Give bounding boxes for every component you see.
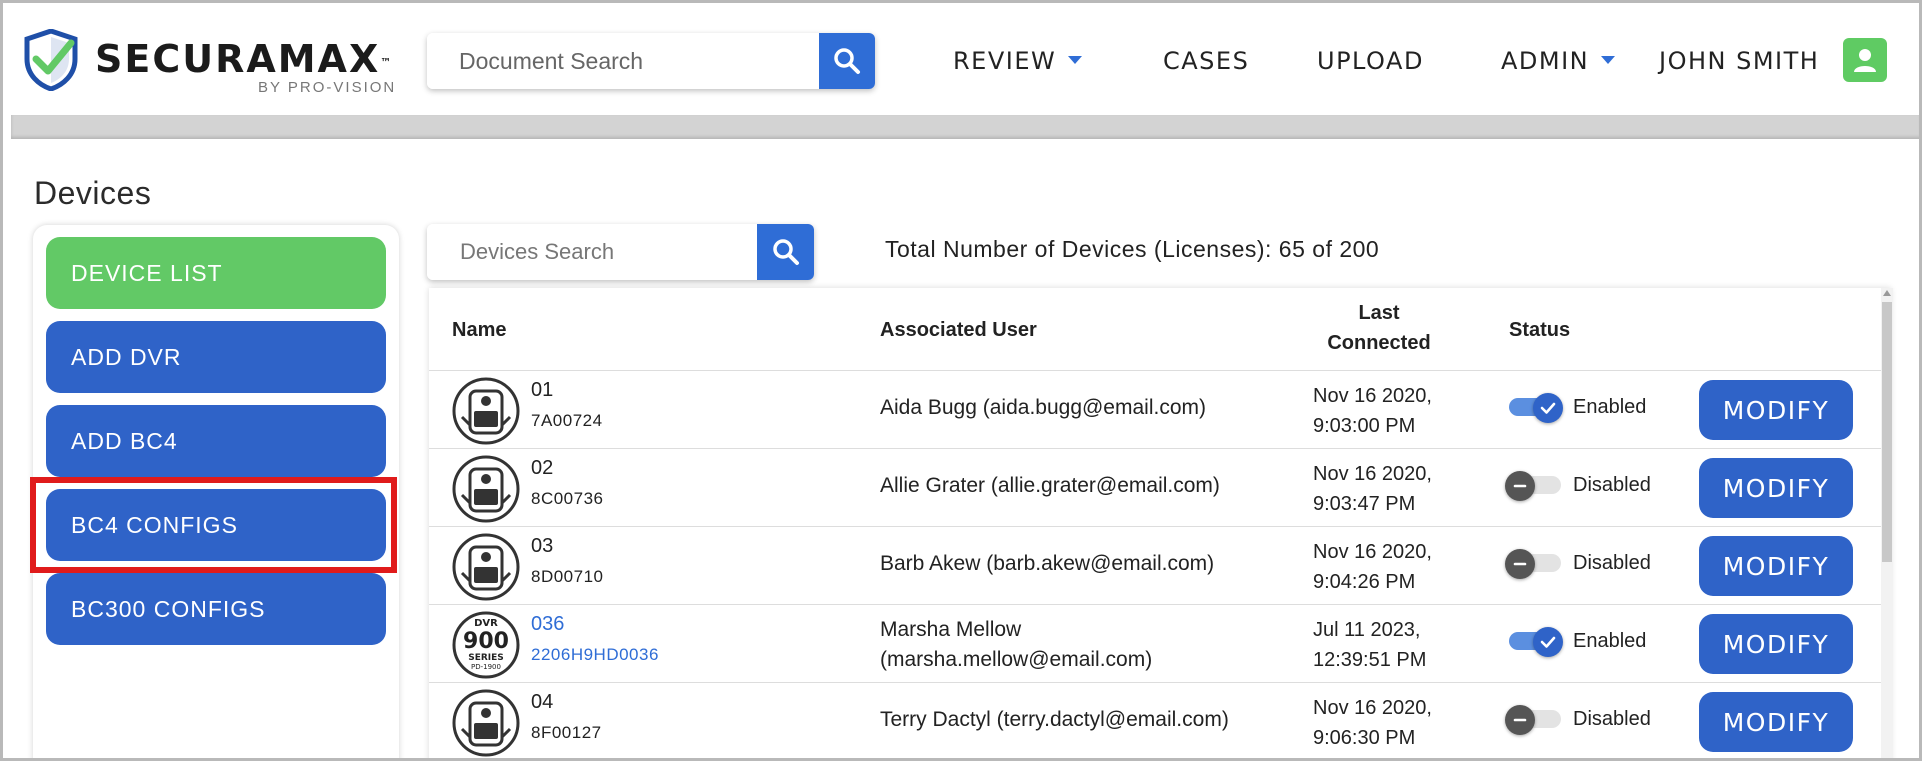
minus-icon (1505, 549, 1535, 579)
device-name: 02 (531, 457, 554, 479)
logo-subtitle: BY PRO-VISION (258, 79, 397, 96)
device-name: 04 (531, 691, 554, 713)
status-toggle[interactable] (1505, 549, 1561, 579)
top-header: SECURAMAX™ BY PRO-VISION REVIEW CASES UP… (3, 3, 1919, 115)
devices-search-input[interactable] (427, 224, 757, 280)
logo-wordmark: SECURAMAX™ (95, 37, 392, 81)
check-icon (1533, 627, 1563, 657)
status-cell: Disabled (1505, 471, 1651, 501)
nav-admin[interactable]: ADMIN (1501, 47, 1616, 75)
table-row: 02 8C00736 Allie Grater (allie.grater@emai… (429, 448, 1881, 526)
column-header-last-connected[interactable]: Last Connected (1309, 298, 1449, 358)
associated-user: Barb Akew (barb.akew@email.com) (880, 552, 1215, 575)
status-toggle[interactable] (1505, 705, 1561, 735)
devices-table: Name Associated User Last Connected Stat… (429, 288, 1893, 758)
status-label: Disabled (1573, 707, 1651, 730)
sidebar-item-device-list[interactable]: DEVICE LIST (46, 237, 386, 309)
svg-text:SERIES: SERIES (468, 653, 504, 663)
total-devices-count: Total Number of Devices (Licenses): 65 o… (885, 236, 1380, 262)
device-serial: 7A00724 (531, 411, 603, 430)
status-label: Disabled (1573, 551, 1651, 574)
table-row: DVR 900 SERIES PD-1900 036 2206H9HD0036 Marsha… (429, 604, 1881, 682)
document-search-input[interactable] (427, 33, 819, 89)
table-scrollbar[interactable] (1881, 288, 1893, 758)
status-toggle[interactable] (1505, 471, 1561, 501)
svg-text:DVR: DVR (474, 618, 498, 629)
device-serial: 8C00736 (531, 489, 604, 508)
associated-user: Aida Bugg (aida.bugg@email.com) (880, 396, 1206, 419)
status-toggle[interactable] (1509, 627, 1563, 657)
modify-button[interactable]: MODIFY (1699, 536, 1853, 596)
modify-button[interactable]: MODIFY (1699, 458, 1853, 518)
sidebar-item-add-dvr[interactable]: ADD DVR (46, 321, 386, 393)
body-camera-icon (452, 533, 520, 601)
search-icon (834, 48, 860, 74)
associated-user: Marsha Mellow (marsha.mellow@email.com) (880, 618, 1153, 671)
nav-upload[interactable]: UPLOAD (1317, 47, 1424, 75)
sidebar-item-bc300-configs[interactable]: BC300 CONFIGS (46, 573, 386, 645)
user-icon (1854, 49, 1876, 72)
user-avatar[interactable] (1843, 38, 1887, 82)
device-name: 01 (531, 379, 554, 401)
last-connected: Nov 16 2020, 9:03:47 PM (1313, 463, 1432, 515)
sidebar-item-add-bc4[interactable]: ADD BC4 (46, 405, 386, 477)
body-camera-icon (452, 377, 520, 445)
devices-search (427, 224, 814, 280)
devices-search-button[interactable] (757, 224, 814, 280)
body-camera-icon (452, 689, 520, 757)
document-search-button[interactable] (819, 33, 875, 89)
nav-review[interactable]: REVIEW (953, 47, 1083, 75)
table-row: 01 7A00724 Aida Bugg (aida.bugg@email.com)… (429, 370, 1881, 448)
header-divider-bar (11, 115, 1919, 139)
status-label: Disabled (1573, 473, 1651, 496)
status-label: Enabled (1573, 629, 1647, 652)
modify-button[interactable]: MODIFY (1699, 614, 1853, 674)
device-name[interactable]: 036 (531, 613, 564, 636)
device-serial: 8F00127 (531, 723, 602, 742)
check-icon (1533, 393, 1563, 423)
last-connected: Nov 16 2020, 9:04:26 PM (1313, 541, 1432, 593)
scrollbar-thumb[interactable] (1882, 302, 1892, 562)
securamax-logo[interactable]: SECURAMAX™ BY PRO-VISION (23, 29, 403, 99)
table-row: 04 8F00127 Terry Dactyl (terry.dactyl@emai… (429, 682, 1881, 758)
associated-user: Terry Dactyl (terry.dactyl@email.com) (880, 708, 1229, 731)
column-header-name[interactable]: Name (452, 319, 506, 342)
last-connected: Jul 11 2023, 12:39:51 PM (1313, 619, 1427, 671)
last-connected: Nov 16 2020, 9:06:30 PM (1313, 697, 1432, 749)
minus-icon (1505, 471, 1535, 501)
status-toggle[interactable] (1509, 393, 1563, 423)
device-name: 03 (531, 535, 554, 557)
column-header-status[interactable]: Status (1509, 319, 1570, 342)
last-connected: Nov 16 2020, 9:03:00 PM (1313, 385, 1432, 437)
associated-user: Allie Grater (allie.grater@email.com) (880, 474, 1220, 497)
chevron-down-icon (1068, 56, 1083, 64)
device-serial: 8D00710 (531, 567, 604, 586)
app-frame: SECURAMAX™ BY PRO-VISION REVIEW CASES UP… (0, 0, 1922, 761)
search-icon (772, 239, 799, 265)
device-serial[interactable]: 2206H9HD0036 (531, 645, 659, 665)
column-header-associated-user[interactable]: Associated User (880, 319, 1037, 342)
status-label: Enabled (1573, 395, 1647, 418)
svg-text:900: 900 (463, 629, 509, 654)
status-cell: Enabled (1509, 393, 1647, 423)
document-search (427, 33, 875, 89)
chevron-down-icon (1601, 56, 1616, 64)
user-name[interactable]: JOHN SMITH (1659, 47, 1819, 75)
modify-button[interactable]: MODIFY (1699, 380, 1853, 440)
scroll-up-arrow-icon[interactable] (1883, 290, 1891, 296)
dvr-900-icon: DVR 900 SERIES PD-1900 (452, 611, 520, 679)
status-cell: Disabled (1505, 705, 1651, 735)
body-camera-icon (452, 455, 520, 523)
status-cell: Disabled (1505, 549, 1651, 579)
minus-icon (1505, 705, 1535, 735)
svg-text:PD-1900: PD-1900 (471, 663, 501, 671)
shield-check-icon (24, 29, 78, 91)
page-title: Devices (34, 175, 152, 211)
status-cell: Enabled (1509, 627, 1647, 657)
table-row: 03 8D00710 Barb Akew (barb.akew@email.com)… (429, 526, 1881, 604)
nav-cases[interactable]: CASES (1163, 47, 1249, 75)
modify-button[interactable]: MODIFY (1699, 692, 1853, 752)
highlight-annotation-box (30, 477, 397, 573)
